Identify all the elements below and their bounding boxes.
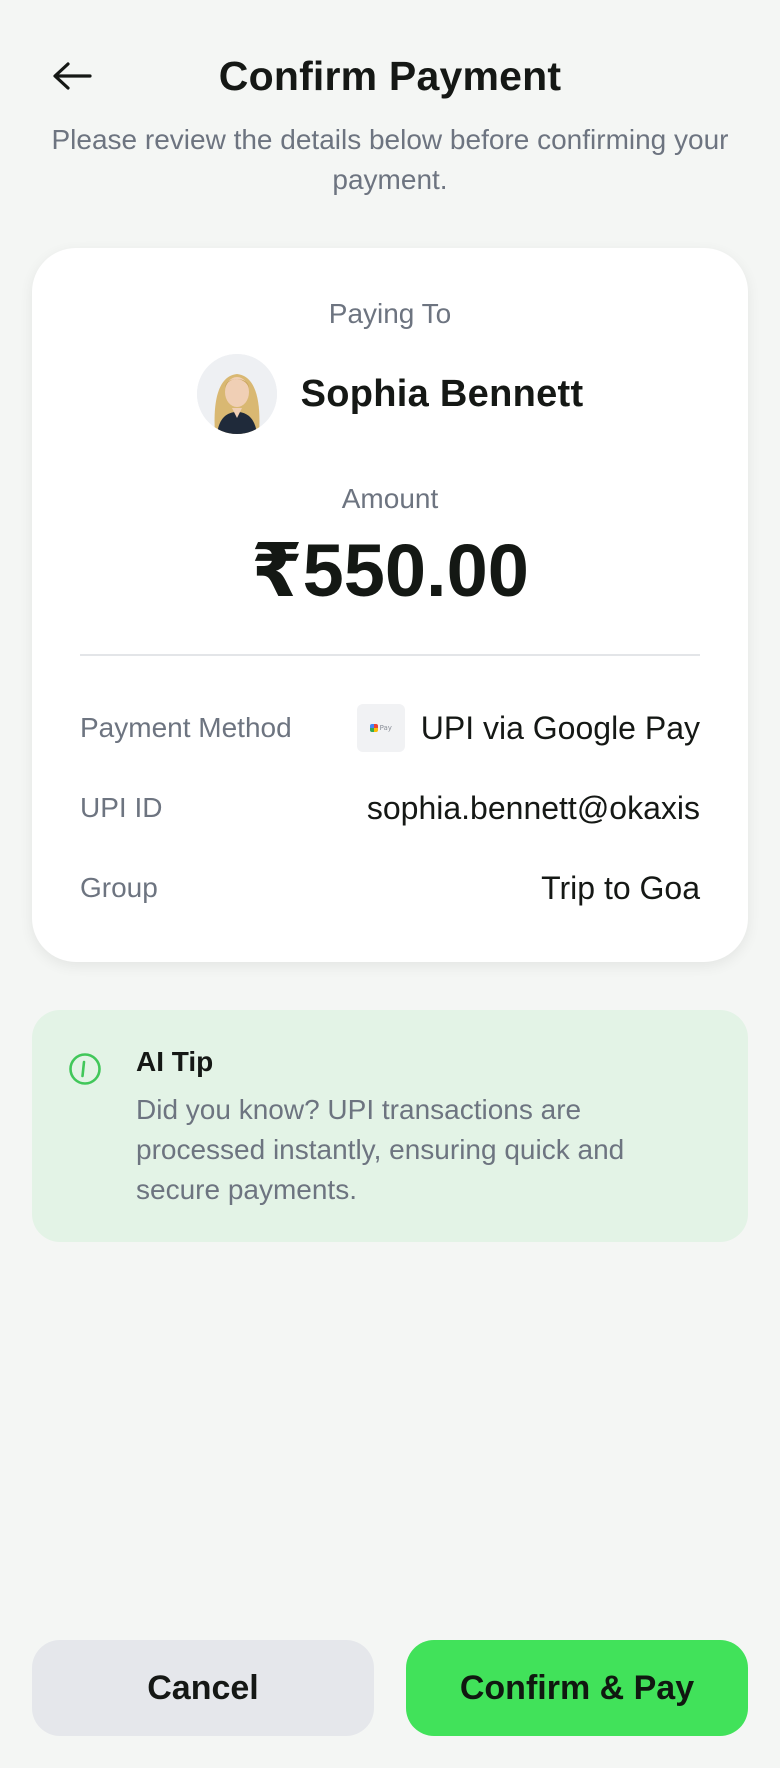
divider [80, 654, 700, 656]
group-label: Group [80, 872, 158, 903]
payment-summary-card: Paying To Sophia Bennett Amount ₹550.00 … [32, 248, 748, 962]
paying-to-label: Paying To [328, 298, 452, 329]
confirm-pay-button[interactable]: Confirm & Pay [406, 1640, 748, 1736]
google-pay-logo-icon: Pay [356, 704, 405, 752]
payment-method-text: UPI via Google Pay [420, 709, 700, 746]
info-icon [69, 1053, 101, 1085]
tip-title: AI Tip [136, 1046, 214, 1077]
group-value: Trip to Goa [541, 869, 700, 906]
page-subtitle: Please review the details below before c… [51, 124, 729, 195]
tip-text: Did you know? UPI transactions are proce… [136, 1094, 625, 1205]
payment-method-value: Pay UPI via Google Pay [356, 704, 700, 752]
group-row: Group Trip to Goa [80, 860, 700, 916]
payee-row: Sophia Bennett [32, 352, 748, 436]
upi-id-label: UPI ID [80, 792, 163, 823]
payee-name: Sophia Bennett [300, 372, 584, 415]
ai-tip-box: AI Tip Did you know? UPI transactions ar… [32, 1010, 748, 1242]
page-title: Confirm Payment [218, 53, 562, 99]
cancel-button[interactable]: Cancel [32, 1640, 374, 1736]
upi-id-value: sophia.bennett@okaxis [366, 789, 700, 826]
amount-label: Amount [341, 483, 439, 514]
payment-method-label: Payment Method [80, 712, 292, 743]
header: Confirm Payment [0, 46, 780, 106]
amount-value: ₹550.00 [251, 529, 529, 612]
upi-id-row: UPI ID sophia.bennett@okaxis [80, 780, 700, 836]
payment-method-row: Payment Method Pay UPI via Google Pay [80, 700, 700, 756]
avatar [196, 354, 277, 434]
